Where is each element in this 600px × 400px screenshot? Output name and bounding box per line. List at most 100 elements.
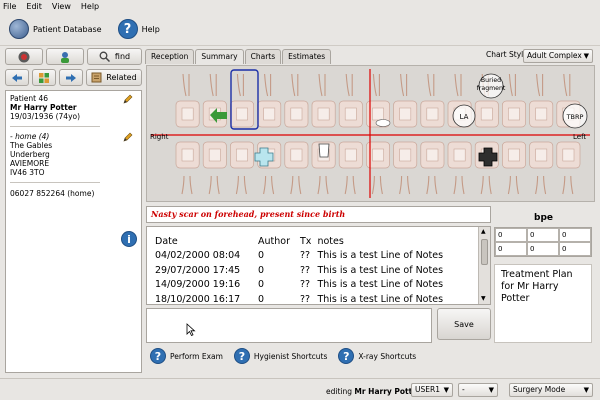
tooth-occlusal (535, 107, 548, 121)
bpe-cell[interactable]: 0 (495, 228, 527, 242)
perform-exam-label: Perform Exam (170, 351, 223, 361)
help-button[interactable]: ? Help (115, 16, 163, 42)
notes-scrollbar[interactable]: ▲ ▼ (478, 227, 490, 304)
tooth-occlusal (181, 107, 194, 121)
buried-label-1: Buried (481, 77, 501, 84)
bpe-cell[interactable]: 0 (495, 242, 527, 256)
previous-button[interactable] (5, 69, 29, 86)
help-label: Help (141, 24, 160, 34)
chevron-down-icon: ▼ (443, 386, 449, 394)
bpe-grid[interactable]: 0 0 0 0 0 0 (494, 227, 592, 257)
tooth-root (208, 175, 220, 195)
tooth-root (235, 175, 247, 195)
perform-exam-button[interactable]: ? Perform Exam (150, 348, 223, 364)
note-text: This is a test Line of Notes (317, 279, 444, 291)
note-tx: ?? (300, 250, 311, 262)
tooth-occlusal (426, 107, 439, 121)
tooth-root (209, 73, 217, 97)
scroll-up-icon[interactable]: ▲ (481, 228, 486, 235)
bpe-cell[interactable]: 0 (559, 228, 591, 242)
tooth-occlusal (317, 107, 330, 121)
tab-charts[interactable]: Charts (244, 49, 282, 64)
tooth-occlusal (181, 148, 194, 162)
note-text: This is a test Line of Notes (317, 250, 444, 262)
bpe-cell[interactable]: 0 (527, 242, 559, 256)
note-author: 0 (258, 264, 265, 276)
next-button[interactable] (59, 69, 83, 86)
find-button[interactable]: find (87, 48, 142, 65)
divider (10, 126, 100, 127)
second-user-select[interactable]: - ▼ (458, 383, 498, 397)
tooth-root (507, 175, 519, 195)
bpe-cell[interactable]: 0 (527, 228, 559, 242)
phone-info-icon[interactable]: i (121, 231, 137, 247)
note-date: 04/02/2000 08:04 (155, 250, 241, 262)
phone-number: 06027 852264 (home) (10, 189, 95, 198)
note-entry-field[interactable] (146, 308, 432, 343)
xray-shortcuts-label: X-ray Shortcuts (358, 351, 417, 361)
tooth-root (263, 175, 275, 195)
patient-panel: find Related Patient 46 Mr Harry Potter … (5, 46, 142, 373)
related-label: Related (106, 73, 137, 82)
refresh-button[interactable] (32, 69, 56, 86)
tooth-occlusal (426, 148, 439, 162)
person-icon (61, 51, 69, 63)
menu-help[interactable]: Help (81, 2, 99, 11)
menu-file[interactable]: File (3, 2, 16, 11)
home-icon (18, 51, 30, 62)
patient-button[interactable] (46, 48, 84, 65)
note-tx: ?? (300, 279, 311, 291)
memo-field[interactable]: Nasty scar on forehead, present since bi… (146, 206, 491, 223)
shortcuts-bar: ? Perform Exam ? Hygienist Shortcuts ? X… (150, 348, 427, 364)
bpe-cell[interactable]: 0 (559, 242, 591, 256)
tbrp-label: TBRP (566, 113, 584, 121)
tab-summary[interactable]: Summary (195, 49, 244, 64)
related-button[interactable]: Related (86, 69, 142, 86)
hygienist-shortcuts-button[interactable]: ? Hygienist Shortcuts (233, 348, 327, 364)
menu-edit[interactable]: Edit (26, 2, 42, 11)
home-button[interactable] (5, 48, 43, 65)
help-icon: ? (150, 348, 166, 364)
menu-view[interactable]: View (52, 2, 71, 11)
tooth-root (453, 175, 465, 195)
scroll-down-icon[interactable]: ▼ (481, 295, 486, 302)
note-author: 0 (258, 250, 265, 262)
save-button[interactable]: Save (437, 308, 491, 340)
save-label: Save (454, 319, 474, 329)
tooth-occlusal (372, 107, 384, 121)
tooth-occlusal (344, 148, 357, 162)
edit-address-pencil-icon[interactable] (123, 132, 133, 142)
tooth-root (562, 175, 574, 195)
dental-chart-canvas[interactable]: Right Left Buried fragment LA TBRP (147, 66, 594, 201)
header-notes: notes (317, 235, 344, 247)
tooth-occlusal (562, 148, 575, 162)
tooth-occlusal (508, 107, 520, 121)
edit-pencil-icon[interactable] (123, 94, 133, 104)
tab-estimates[interactable]: Estimates (282, 49, 332, 64)
tooth-root (536, 73, 544, 97)
mode-select[interactable]: Surgery Mode ▼ (509, 383, 593, 397)
bridge-mark (318, 143, 330, 158)
status-bar: editing Mr Harry Potter USER1 ▼ - ▼ Surg… (0, 378, 600, 400)
tooth-occlusal (372, 148, 384, 162)
patient-database-button[interactable]: Patient Database (6, 16, 105, 42)
editing-status: editing Mr Harry Potter (326, 387, 421, 396)
dental-chart[interactable]: Right Left Buried fragment LA TBRP (146, 65, 595, 202)
table-row: 14/09/2000 19:16 0 ?? This is a test Lin… (152, 278, 446, 293)
tooth-root (400, 73, 408, 97)
notes-table: Date Author Tx notes 04/02/2000 08:04 0 … (152, 234, 446, 304)
xray-shortcuts-button[interactable]: ? X-ray Shortcuts (338, 348, 416, 364)
user-select[interactable]: USER1 ▼ (411, 383, 453, 397)
tab-reception[interactable]: Reception (145, 49, 195, 64)
table-row: 18/10/2000 16:17 0 ?? This is a test Lin… (152, 292, 446, 304)
tooth-occlusal (480, 107, 493, 121)
help-icon: ? (233, 348, 250, 364)
tooth-occlusal (290, 148, 303, 162)
chart-style-select[interactable]: Adult Complex ▼ (523, 49, 593, 63)
tooth-root (290, 175, 302, 195)
tooth-root (345, 73, 353, 97)
tooth-occlusal (208, 148, 221, 162)
scroll-thumb[interactable] (481, 239, 488, 265)
user-value: USER1 (415, 385, 440, 394)
note-tx: ?? (300, 264, 311, 276)
